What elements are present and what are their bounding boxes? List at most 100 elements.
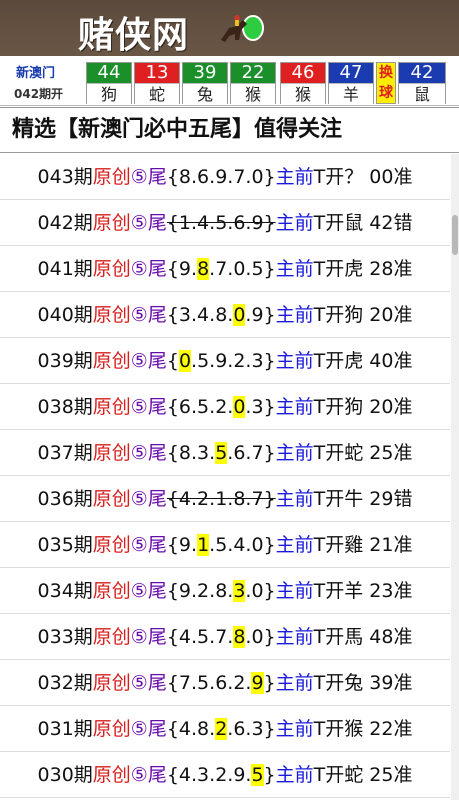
row-tag: 原创 (92, 350, 131, 372)
special-ball-zodiac: 鼠 (399, 83, 445, 105)
row-result: T开牛 29错 (313, 488, 413, 510)
row-result: T开猴 22准 (313, 718, 413, 740)
prediction-row[interactable]: 034期原创⑤尾{9.2.8.3.0}主前T开羊 23准 (0, 568, 450, 614)
row-five-tails: ⑤尾 (130, 442, 167, 464)
prediction-row[interactable]: 040期原创⑤尾{3.4.8.0.9}主前T开狗 20准 (0, 292, 450, 338)
prediction-row[interactable]: 032期原创⑤尾{7.5.6.2.9}主前T开兔 39准 (0, 660, 450, 706)
row-five-tails: ⑤尾 (130, 488, 167, 510)
site-banner: 赌侠网 (0, 0, 459, 56)
row-digit-hit: 0 (233, 304, 246, 326)
row-result: T开狗 20准 (313, 396, 413, 418)
row-digits-post: } (263, 672, 276, 694)
row-main: 主前 (275, 350, 314, 372)
row-result: T开雞 21准 (313, 534, 413, 556)
row-tag: 原创 (92, 396, 131, 418)
ball-zodiac: 蛇 (135, 83, 179, 105)
row-issue: 043期 (37, 166, 93, 188)
row-tag: 原创 (92, 304, 131, 326)
row-five-tails: ⑤尾 (130, 166, 167, 188)
row-five-tails: ⑤尾 (130, 304, 167, 326)
prediction-row[interactable]: 035期原创⑤尾{9.1.5.4.0}主前T开雞 21准 (0, 522, 450, 568)
special-ball: 42 鼠 (398, 62, 446, 105)
prediction-row[interactable]: 038期原创⑤尾{6.5.2.0.3}主前T开狗 20准 (0, 384, 450, 430)
row-result: T开馬 48准 (313, 626, 413, 648)
ball-number: 44 (87, 63, 131, 83)
row-digits-post: .5.9.2.3} (191, 350, 276, 372)
row-tag: 原创 (92, 212, 131, 234)
row-issue: 038期 (37, 396, 93, 418)
row-issue: 031期 (37, 718, 93, 740)
row-main: 主前 (275, 258, 314, 280)
row-digits-pre: {4.5.7. (166, 626, 234, 648)
row-digits-pre: {7.5.6.2. (166, 672, 252, 694)
row-result: T开狗 20准 (313, 304, 413, 326)
row-issue: 036期 (37, 488, 93, 510)
row-result: T开蛇 25准 (313, 764, 413, 786)
row-digits-post: .6.7} (227, 442, 276, 464)
row-main: 主前 (275, 580, 314, 602)
row-main: 主前 (275, 166, 314, 188)
row-digits-post: .0} (245, 626, 276, 648)
row-five-tails: ⑤尾 (130, 718, 167, 740)
result-ball: 47 羊 (328, 62, 374, 105)
row-issue: 033期 (37, 626, 93, 648)
row-issue: 030期 (37, 764, 93, 786)
row-tag: 原创 (92, 534, 131, 556)
prediction-row[interactable]: 039期原创⑤尾{0.5.9.2.3}主前T开虎 40准 (0, 338, 450, 384)
row-issue: 042期 (37, 212, 93, 234)
row-issue: 040期 (37, 304, 93, 326)
row-digit-hit: 3 (233, 580, 246, 602)
row-tag: 原创 (92, 672, 131, 694)
row-main: 主前 (275, 672, 314, 694)
row-five-tails: ⑤尾 (130, 396, 167, 418)
row-digit-hit: 5 (215, 442, 228, 464)
row-digits-pre: {4.8. (166, 718, 216, 740)
row-digits-post: .0} (245, 580, 276, 602)
row-digits-pre: { (166, 350, 179, 372)
result-ball: 22 猴 (230, 62, 276, 105)
row-main: 主前 (275, 626, 314, 648)
row-five-tails: ⑤尾 (130, 212, 167, 234)
prediction-row[interactable]: 036期原创⑤尾{4.2.1.8.7}主前T开牛 29错 (0, 476, 450, 522)
row-main: 主前 (275, 304, 314, 326)
row-digit-hit: 8 (233, 626, 246, 648)
prediction-row[interactable]: 031期原创⑤尾{4.8.2.6.3}主前T开猴 22准 (0, 706, 450, 752)
ball-zodiac: 猴 (231, 83, 275, 105)
row-result: T开？ 00准 (313, 166, 413, 188)
scrollbar-thumb[interactable] (452, 215, 458, 255)
ball-zodiac: 兔 (183, 83, 227, 105)
row-result: T开羊 23准 (313, 580, 413, 602)
row-issue: 037期 (37, 442, 93, 464)
ball-zodiac: 羊 (329, 83, 373, 105)
latest-results-strip: 新澳门 042期开 44 狗 13 蛇 39 兔 22 猴 46 猴 47 羊 42 鼠 换球 (0, 56, 459, 106)
row-issue: 035期 (37, 534, 93, 556)
row-tag: 原创 (92, 258, 131, 280)
row-tag: 原创 (92, 166, 131, 188)
row-tag: 原创 (92, 764, 131, 786)
row-tag: 原创 (92, 718, 131, 740)
row-digits-post: .3} (245, 396, 276, 418)
row-five-tails: ⑤尾 (130, 350, 167, 372)
horse-rider-icon (221, 15, 264, 42)
row-digit-hit: 0 (233, 396, 246, 418)
row-tag: 原创 (92, 442, 131, 464)
row-digits-pre: {9. (166, 258, 198, 280)
row-tag: 原创 (92, 488, 131, 510)
row-digit-hit: 1 (197, 534, 210, 556)
prediction-row[interactable]: 042期原创⑤尾{1.4.5.6.9}主前T开鼠 42错 (0, 200, 450, 246)
row-digits-post: .5.4.0} (209, 534, 276, 556)
prediction-row[interactable]: 043期原创⑤尾{8.6.9.7.0}主前T开？ 00准 (0, 154, 450, 200)
row-digit-hit: 8 (197, 258, 210, 280)
prediction-row[interactable]: 030期原创⑤尾{4.3.2.9.5}主前T开蛇 25准 (0, 752, 450, 798)
row-digits-post: } (263, 764, 276, 786)
row-issue: 034期 (37, 580, 93, 602)
prediction-row[interactable]: 041期原创⑤尾{9.8.7.0.5}主前T开虎 28准 (0, 246, 450, 292)
ball-number: 13 (135, 63, 179, 83)
prediction-row[interactable]: 037期原创⑤尾{8.3.5.6.7}主前T开蛇 25准 (0, 430, 450, 476)
site-title[interactable]: 赌侠网 (78, 6, 189, 58)
row-digits-pre: {9. (166, 534, 198, 556)
row-digit-hit: 5 (251, 764, 264, 786)
prediction-row[interactable]: 033期原创⑤尾{4.5.7.8.0}主前T开馬 48准 (0, 614, 450, 660)
row-digits-post: .7.0.5} (209, 258, 276, 280)
row-digits-post: .6.3} (227, 718, 276, 740)
